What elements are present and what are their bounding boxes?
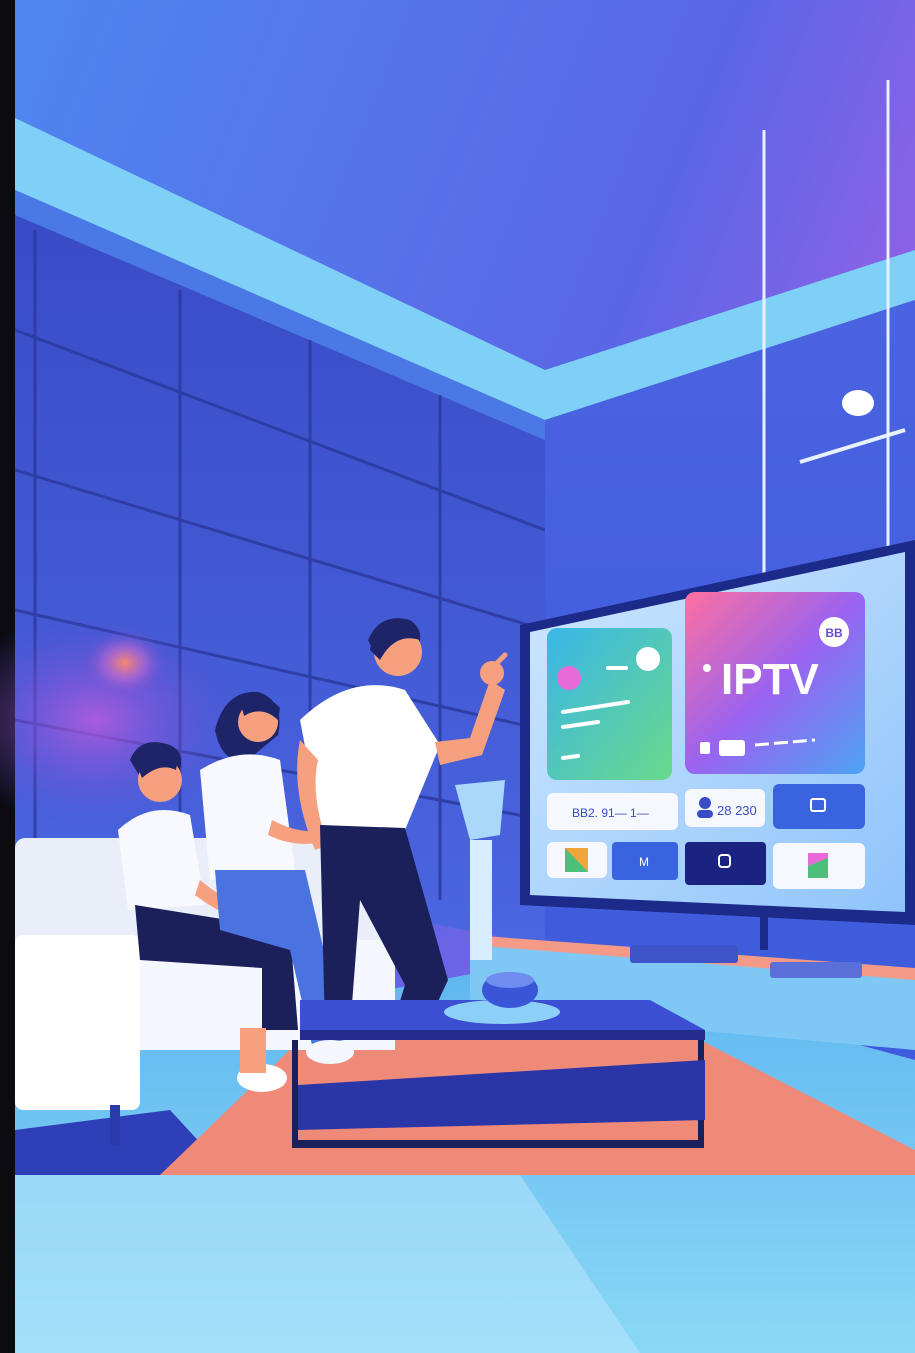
tile-m-label: M <box>639 855 649 869</box>
sofa-leg <box>110 1105 120 1145</box>
screen-row1-tile-c <box>773 784 865 829</box>
row1-b-text: 28 230 <box>717 803 757 818</box>
user-icon <box>699 797 711 809</box>
tile1-dot-white <box>636 647 660 671</box>
iptv-living-room-illustration: IPTV ВВ ВВ2. 91— 1— 28 230 M <box>0 0 915 1353</box>
iptv-logo: IPTV <box>721 655 819 704</box>
tile2-icon-2 <box>719 740 745 756</box>
user-icon-body <box>697 810 713 818</box>
iptv-dot <box>703 664 711 672</box>
sofa-arm <box>15 935 140 1110</box>
tile1-dot-pink <box>557 666 581 690</box>
tile2-icon-1 <box>700 742 710 754</box>
set-top-box-2 <box>770 962 862 978</box>
set-top-box-1 <box>630 945 738 963</box>
pendant-orb <box>842 390 874 416</box>
screen-row2-tile-c <box>685 842 766 885</box>
badge-label: ВВ <box>825 626 843 640</box>
floor-lamp-pole <box>470 840 492 960</box>
wall-lamp-glow <box>83 629 167 697</box>
bowl-rim <box>486 972 534 988</box>
tv-stand <box>760 915 768 950</box>
row1-a-text: ВВ2. 91— 1— <box>572 806 649 820</box>
